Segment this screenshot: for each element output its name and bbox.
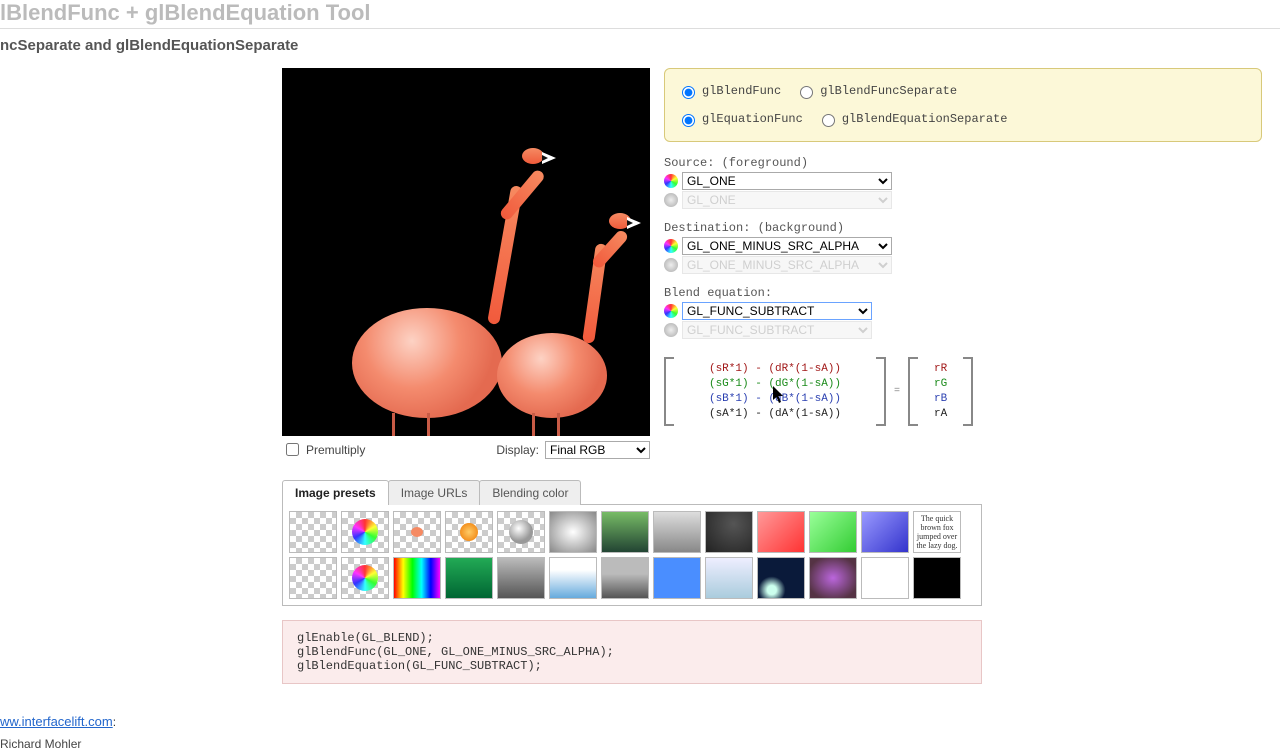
preset-nebula[interactable]	[809, 557, 857, 599]
preset-sky[interactable]	[549, 557, 597, 599]
tab-blending-color[interactable]: Blending color	[479, 480, 581, 505]
preset-red-alpha[interactable]	[757, 511, 805, 553]
equation-display: (sR*1) - (dR*(1-sA)) (sG*1) - (dG*(1-sA))…	[664, 357, 1262, 426]
destination-alpha-factor-select: GL_ONE_MINUS_SRC_ALPHA	[682, 256, 892, 274]
equation-result: rB	[934, 393, 947, 405]
credit-link[interactable]: ww.interfacelift.com	[0, 714, 113, 729]
preset-foliage[interactable]	[601, 511, 649, 553]
source-alpha-factor-select: GL_ONE	[682, 191, 892, 209]
preset-transparent[interactable]	[289, 511, 337, 553]
preset-grass[interactable]	[445, 557, 493, 599]
blend-equation-select[interactable]: GL_FUNC_SUBTRACT	[682, 302, 872, 320]
generated-code: glEnable(GL_BLEND); glBlendFunc(GL_ONE, …	[282, 620, 982, 684]
preset-flamingo[interactable]	[393, 511, 441, 553]
radio-glblendfunc-label: glBlendFunc	[702, 84, 781, 98]
preset-bg-rgb-circles[interactable]	[341, 557, 389, 599]
preset-underwater[interactable]	[653, 557, 701, 599]
destination-label: Destination: (background)	[664, 221, 1262, 235]
source-label: Source: (foreground)	[664, 156, 1262, 170]
equation-result: rG	[934, 378, 947, 390]
preset-green-alpha[interactable]	[809, 511, 857, 553]
radio-glequationfunc[interactable]	[682, 114, 695, 127]
equation-line: (sR*1) - (dR*(1-sA))	[690, 363, 860, 375]
page-title: lBlendFunc + glBlendEquation Tool	[0, 0, 1280, 29]
preset-haze[interactable]	[705, 557, 753, 599]
alpha-icon	[664, 258, 678, 272]
section-subtitle: ncSeparate and glBlendEquationSeparate	[0, 37, 1280, 54]
preset-rgb-circles[interactable]	[341, 511, 389, 553]
source-factor-select[interactable]: GL_ONE	[682, 172, 892, 190]
display-mode-select[interactable]: Final RGB	[545, 441, 650, 459]
credit-link-colon: :	[113, 715, 116, 729]
radio-glequationfunc-label: glEquationFunc	[702, 112, 803, 126]
equation-label: Blend equation:	[664, 286, 1262, 300]
equation-result: rR	[934, 363, 947, 375]
color-wheel-icon	[664, 239, 678, 253]
radio-glblendequationseparate-label: glBlendEquationSeparate	[842, 112, 1008, 126]
preset-black[interactable]	[913, 557, 961, 599]
alpha-icon	[664, 323, 678, 337]
blend-preview	[282, 68, 650, 436]
premultiply-checkbox[interactable]	[286, 443, 299, 456]
radio-glblendfuncseparate-label: glBlendFuncSeparate	[820, 84, 957, 98]
preset-dark-sphere[interactable]	[705, 511, 753, 553]
blend-mode-radio-group: glBlendFunc glBlendFuncSeparate glEquati…	[664, 68, 1262, 142]
tab-image-urls[interactable]: Image URLs	[388, 480, 481, 505]
equation-line: (sG*1) - (dG*(1-sA))	[690, 378, 860, 390]
equation-result: rA	[934, 408, 947, 420]
color-wheel-icon	[664, 174, 678, 188]
preset-road[interactable]	[601, 557, 649, 599]
preset-blue-alpha[interactable]	[861, 511, 909, 553]
preset-rocks[interactable]	[497, 557, 545, 599]
blend-equation-alpha-select: GL_FUNC_SUBTRACT	[682, 321, 872, 339]
color-wheel-icon	[664, 304, 678, 318]
tab-image-presets[interactable]: Image presets	[282, 480, 389, 505]
preset-fruit[interactable]	[445, 511, 493, 553]
equation-line: (sB*1) - (dB*(1-sA))	[690, 393, 860, 405]
radio-glblendfunc[interactable]	[682, 86, 695, 99]
radio-glblendfuncseparate[interactable]	[800, 86, 813, 99]
preset-rainbow[interactable]	[393, 557, 441, 599]
alpha-icon	[664, 193, 678, 207]
radio-glblendequationseparate[interactable]	[822, 114, 835, 127]
equation-line: (sA*1) - (dA*(1-sA))	[690, 408, 860, 420]
display-label: Display:	[496, 443, 539, 457]
preset-clouds-bw[interactable]	[549, 511, 597, 553]
preset-text[interactable]: The quick brown fox jumped over the lazy…	[913, 511, 961, 553]
preset-orb[interactable]	[497, 511, 545, 553]
preset-bg-transparent[interactable]	[289, 557, 337, 599]
preset-night[interactable]	[757, 557, 805, 599]
premultiply-label: Premultiply	[306, 443, 365, 457]
image-preset-panel: The quick brown fox jumped over the lazy…	[282, 504, 982, 606]
destination-factor-select[interactable]: GL_ONE_MINUS_SRC_ALPHA	[682, 237, 892, 255]
preset-white[interactable]	[861, 557, 909, 599]
credit-author: Richard Mohler	[0, 737, 1280, 751]
preset-skyline[interactable]	[653, 511, 701, 553]
